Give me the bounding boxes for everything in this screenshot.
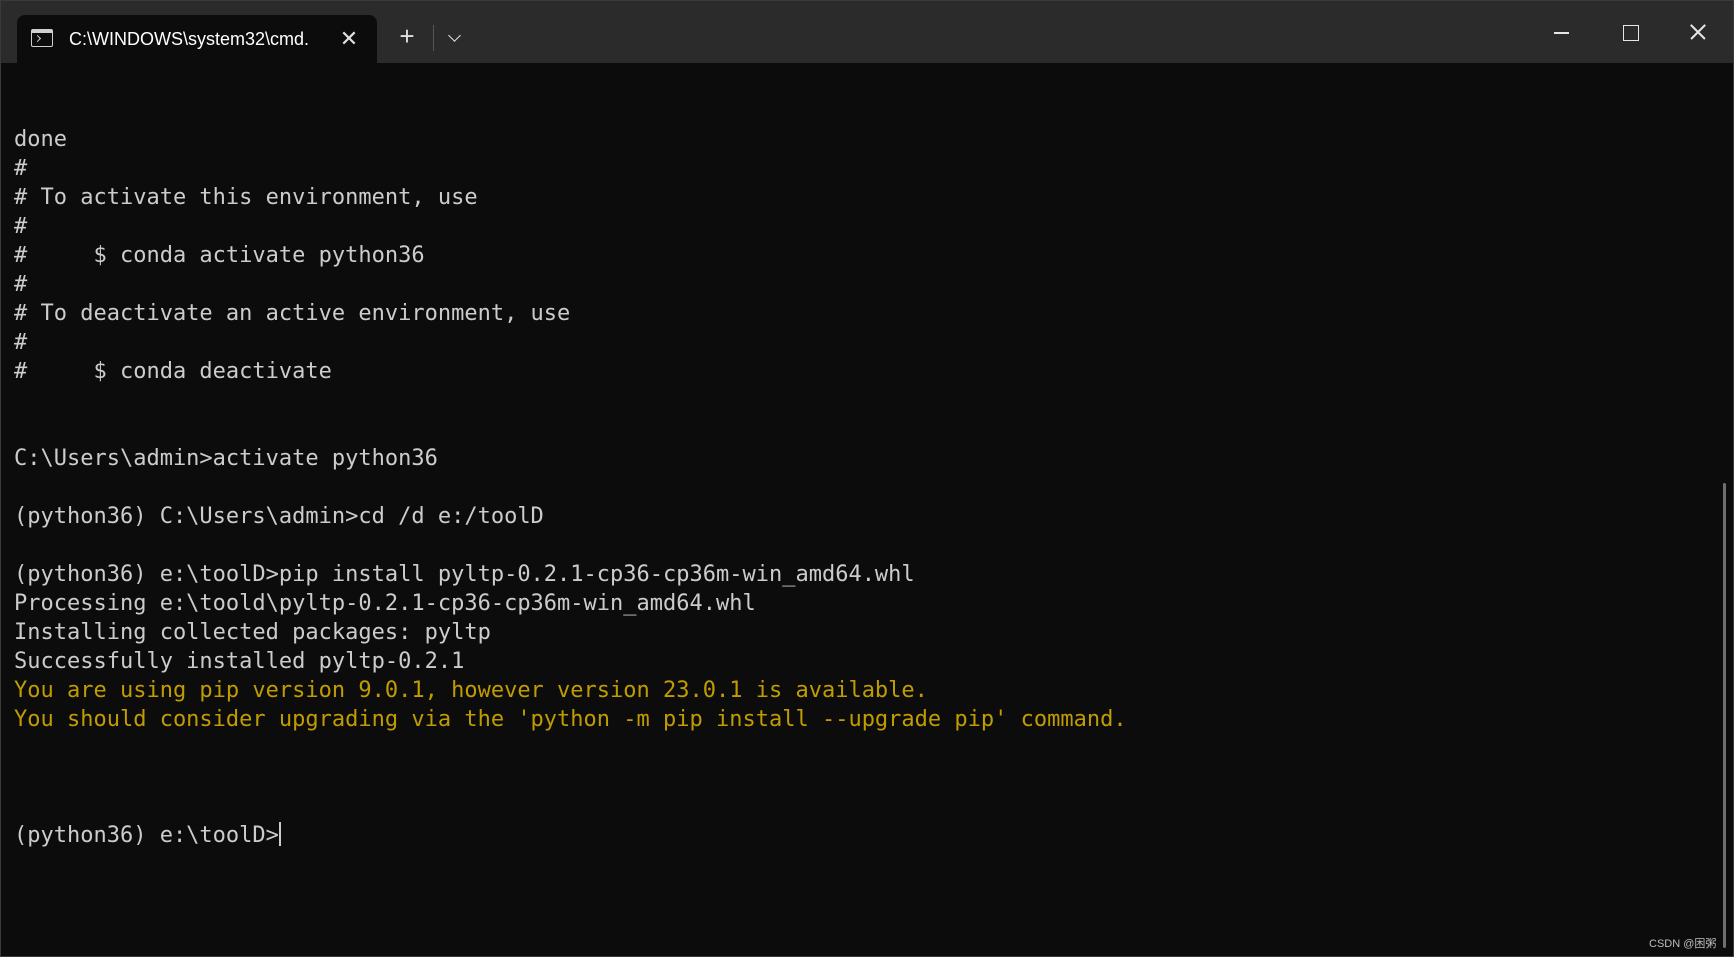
text-cursor [278,822,281,846]
terminal-line: done [14,127,67,152]
terminal-output[interactable]: done # # To activate this environment, use… [14,67,1714,947]
terminal-line: Successfully installed pyltp-0.2.1 [14,649,465,674]
maximize-button[interactable] [1595,1,1663,63]
terminal-window: C:\WINDOWS\system32\cmd. ✕ + done # # To a… [0,0,1734,957]
prompt-line[interactable]: (python36) e:\toolD> [14,821,1714,850]
terminal-line: # $ conda deactivate [14,359,332,384]
console-icon [31,29,53,47]
terminal-line: # To activate this environment, use [14,185,478,210]
tab-cmd[interactable]: C:\WINDOWS\system32\cmd. ✕ [17,15,377,63]
terminal-line: (python36) C:\Users\admin>cd /d e:/toolD [14,504,544,529]
terminal-line: (python36) e:\toolD>pip install pyltp-0.… [14,562,915,587]
tab-title: C:\WINDOWS\system32\cmd. [69,29,310,49]
terminal-line: Processing e:\toold\pyltp-0.2.1-cp36-cp3… [14,591,756,616]
prompt-text: (python36) e:\toolD> [14,823,279,848]
terminal-line: # [14,214,28,239]
close-window-button[interactable] [1663,1,1731,63]
minimize-button[interactable] [1527,1,1595,63]
terminal-line: C:\Users\admin>activate python36 [14,446,438,471]
terminal-line: You are using pip version 9.0.1, however… [14,678,928,703]
watermark: CSDN @困粥 [1649,938,1717,950]
terminal-line: # [14,272,28,297]
terminal-line: # $ conda activate python36 [14,243,425,268]
tab-divider [433,25,434,51]
terminal-line: # To deactivate an active environment, u… [14,301,571,326]
scrollbar[interactable] [1723,483,1726,948]
title-bar: C:\WINDOWS\system32\cmd. ✕ + [1,1,1733,63]
chevron-down-icon[interactable] [439,21,471,53]
new-tab-button[interactable]: + [391,21,423,53]
terminal-line: Installing collected packages: pyltp [14,620,491,645]
terminal-line: # [14,156,28,181]
tab-close-button[interactable]: ✕ [335,25,363,53]
terminal-line: You should consider upgrading via the 'p… [14,707,1127,732]
terminal-line: # [14,330,28,355]
